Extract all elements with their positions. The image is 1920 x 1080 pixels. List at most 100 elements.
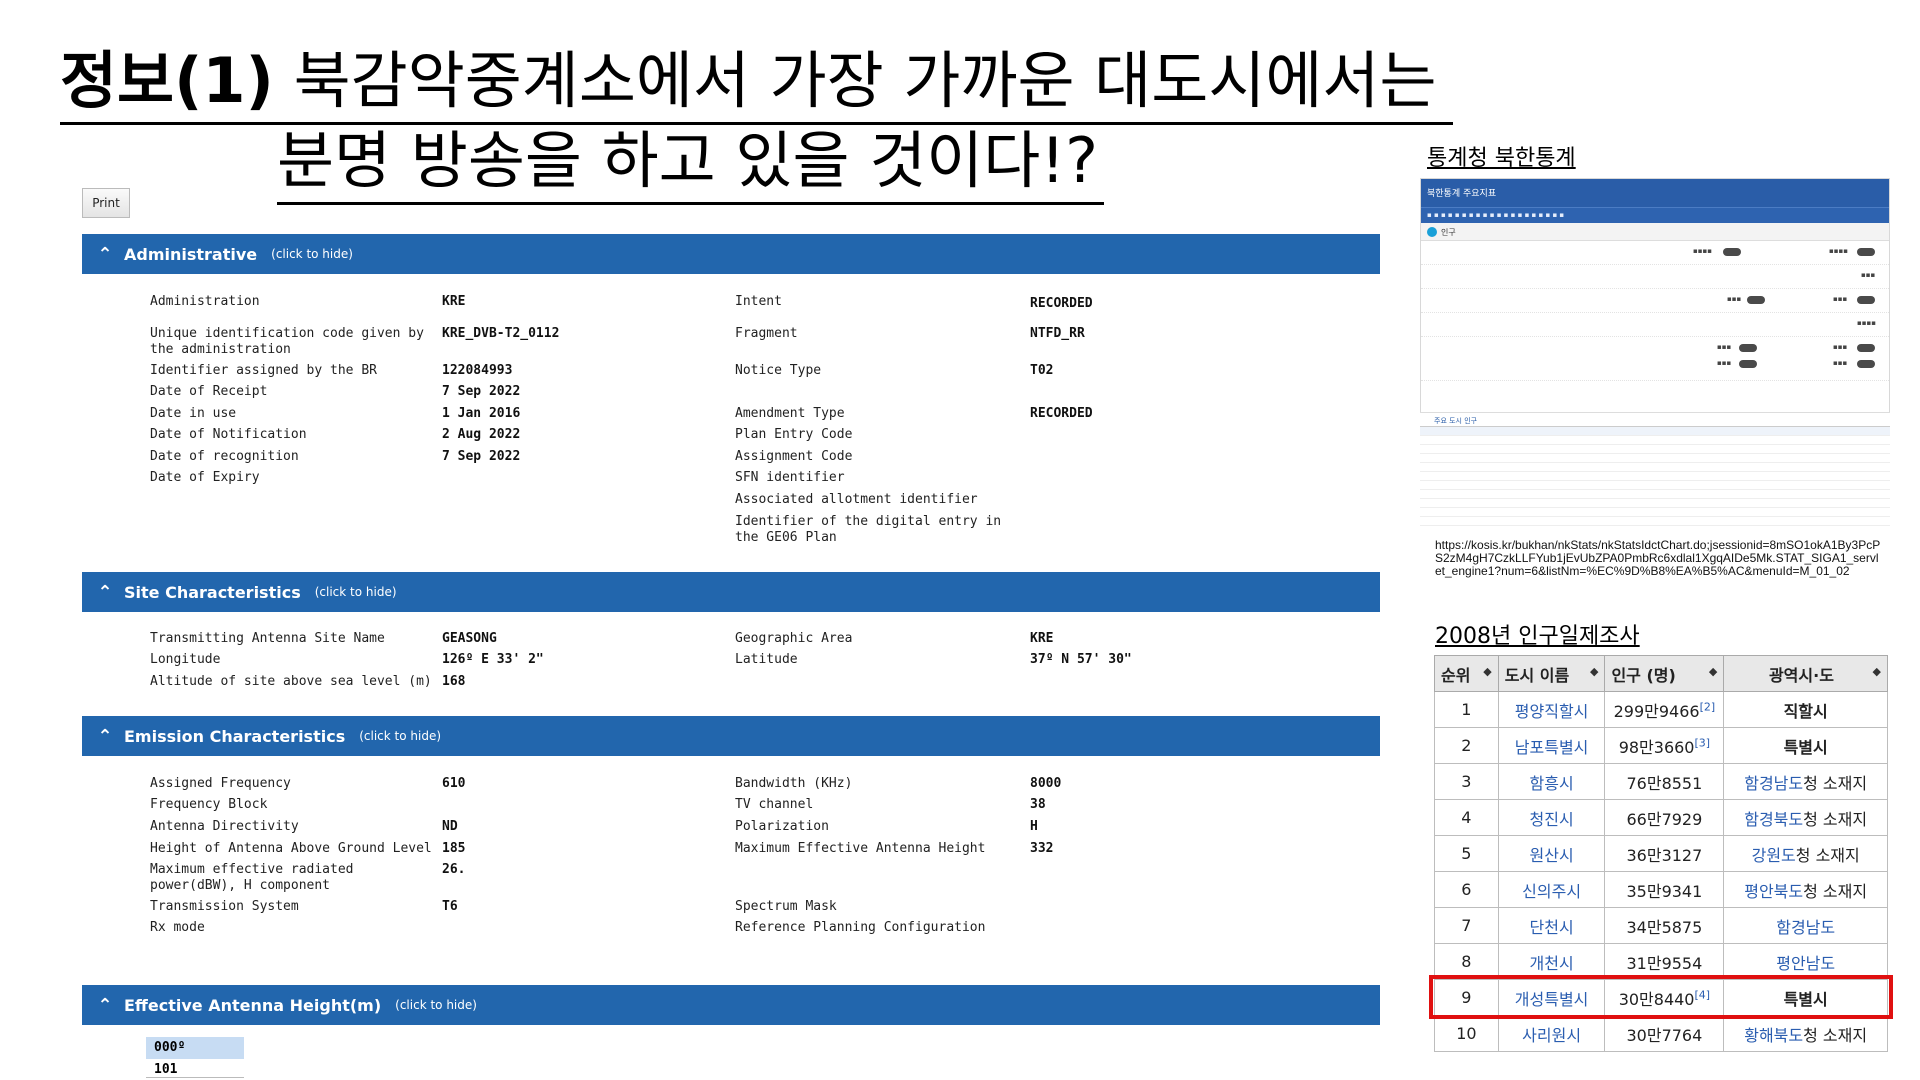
rank-cell: 3	[1434, 763, 1499, 800]
field-label: Assigned Frequency	[150, 776, 291, 791]
population-value: 31만9554	[1626, 953, 1703, 973]
province-cell: 황해북도청 소재지	[1723, 1015, 1888, 1052]
reference-link[interactable]: [4]	[1695, 988, 1711, 1001]
city-link[interactable]: 개성특별시	[1497, 979, 1606, 1016]
field-label: SFN identifier	[735, 470, 845, 485]
kosis-topbar: 북한통계 주요지표	[1421, 179, 1889, 207]
kosis-url[interactable]: https://kosis.kr/bukhan/nkStats/nkStatsI…	[1435, 539, 1885, 578]
field-value: 7 Sep 2022	[442, 449, 521, 464]
person-icon	[1427, 227, 1437, 237]
province-link[interactable]: 강원도	[1752, 846, 1796, 865]
field-label: Bandwidth (KHz)	[735, 776, 853, 791]
province-cell: 평안북도청 소재지	[1723, 871, 1888, 908]
field-label: Date of Receipt	[150, 384, 268, 399]
sort-arrows-icon: ◆	[1483, 664, 1492, 678]
population-value: 30만7764	[1626, 1025, 1703, 1045]
population-cell: 98만3660[3]	[1604, 727, 1725, 764]
city-link[interactable]: 사리원시	[1497, 1015, 1606, 1052]
field-label: Height of Antenna Above Ground Level	[150, 841, 432, 856]
field-value: NTFD_RR	[1030, 326, 1085, 341]
field-value: KRE	[1030, 631, 1054, 646]
field-label: Associated allotment identifier	[735, 492, 978, 507]
title-bold: 정보(1)	[60, 44, 274, 117]
census-title: 2008년 인구일제조사	[1435, 624, 1640, 649]
population-cell: 31만9554	[1604, 943, 1725, 980]
hide-hint[interactable]: (click to hide)	[359, 729, 441, 743]
province-link[interactable]: 평안북도	[1744, 882, 1803, 901]
double-chevron-up-icon: ⌃	[97, 581, 113, 603]
field-value: GEASONG	[442, 631, 497, 646]
field-value: H	[1030, 819, 1038, 834]
census-table: 순위 ◆ 도시 이름 ◆ 인구 (명) ◆ 광역시·도 ◆ 1 평양직할시 299만9466…	[1434, 655, 1888, 1052]
kosis-row: ▪▪▪	[1421, 265, 1889, 289]
field-value: T6	[442, 899, 458, 914]
kosis-row: ▪▪▪ ▪▪▪ ▪▪▪ ▪▪▪	[1421, 337, 1889, 381]
population-value: 36만3127	[1626, 845, 1703, 865]
field-value: RECORDED	[1030, 296, 1093, 311]
hide-hint[interactable]: (click to hide)	[271, 247, 353, 261]
kosis-city-table: 주요 도시 인구	[1420, 412, 1890, 540]
table-row: 5 원산시 36만3127 강원도청 소재지	[1434, 835, 1888, 872]
city-link[interactable]: 청진시	[1497, 799, 1606, 836]
kosis-link[interactable]: 통계청 북한통계	[1427, 140, 1576, 172]
field-value: 37º N 57' 30"	[1030, 652, 1132, 667]
table-row: 8 개천시 31만9554 평안남도	[1434, 943, 1888, 980]
table-row: 10 사리원시 30만7764 황해북도청 소재지	[1434, 1015, 1888, 1052]
field-label: TV channel	[735, 797, 814, 812]
city-link[interactable]: 개천시	[1497, 943, 1606, 980]
city-link[interactable]: 신의주시	[1497, 871, 1606, 908]
double-chevron-up-icon: ⌃	[97, 243, 113, 265]
section-title: Administrative	[124, 244, 258, 264]
province-suffix: 청 소재지	[1795, 845, 1860, 865]
kosis-row: ▪▪▪▪ ▪▪▪▪	[1421, 241, 1889, 265]
section-administrative[interactable]: ⌃ Administrative (click to hide)	[82, 234, 1380, 274]
hide-hint[interactable]: (click to hide)	[315, 585, 397, 599]
title-rest: 북감악중계소에서 가장 가까운 대도시에서는	[273, 44, 1437, 117]
province-cell: 함경남도청 소재지	[1723, 763, 1888, 800]
sort-arrows-icon: ◆	[1872, 664, 1881, 678]
field-label: Polarization	[735, 819, 829, 834]
province-cell: 함경남도	[1723, 907, 1888, 944]
col-header-population[interactable]: 인구 (명) ◆	[1604, 655, 1725, 692]
population-value: 66만7929	[1626, 809, 1703, 829]
field-label: Antenna Directivity	[150, 819, 299, 834]
hide-hint[interactable]: (click to hide)	[395, 998, 477, 1012]
field-label: Identifier assigned by the BR	[150, 363, 377, 378]
province-link[interactable]: 평안남도	[1776, 954, 1835, 973]
population-cell: 35만9341	[1604, 871, 1725, 908]
population-cell: 30만8440[4]	[1604, 979, 1725, 1016]
reference-link[interactable]: [2]	[1700, 700, 1716, 713]
province-link[interactable]: 함경남도	[1776, 918, 1835, 937]
city-link[interactable]: 남포특별시	[1497, 727, 1606, 764]
kosis-section-label: 인구	[1441, 228, 1456, 237]
population-cell: 34만5875	[1604, 907, 1725, 944]
city-link[interactable]: 원산시	[1497, 835, 1606, 872]
province-cell: 특별시	[1723, 727, 1888, 764]
city-link[interactable]: 평양직할시	[1497, 691, 1606, 728]
province-link[interactable]: 함경북도	[1744, 810, 1803, 829]
field-label: Assignment Code	[735, 449, 853, 464]
section-emission[interactable]: ⌃ Emission Characteristics (click to hid…	[82, 716, 1380, 756]
print-button[interactable]: Print	[82, 188, 130, 218]
section-site[interactable]: ⌃ Site Characteristics (click to hide)	[82, 572, 1380, 612]
field-value: 610	[442, 776, 466, 791]
field-value: 8000	[1030, 776, 1062, 791]
section-effective-antenna-height[interactable]: ⌃ Effective Antenna Height(m) (click to …	[82, 985, 1380, 1025]
reference-link[interactable]: [3]	[1695, 736, 1711, 749]
col-header-province[interactable]: 광역시·도 ◆	[1723, 655, 1888, 692]
table-row: 3 함흥시 76만8551 함경남도청 소재지	[1434, 763, 1888, 800]
population-value: 35만9341	[1626, 881, 1703, 901]
field-label: Fragment	[735, 326, 798, 341]
field-value: 1 Jan 2016	[442, 406, 521, 421]
province-suffix: 청 소재지	[1803, 881, 1868, 901]
city-link[interactable]: 함흥시	[1497, 763, 1606, 800]
rank-cell: 7	[1434, 907, 1499, 944]
field-value: 26.	[442, 862, 466, 877]
col-header-city[interactable]: 도시 이름 ◆	[1497, 655, 1606, 692]
city-link[interactable]: 단천시	[1497, 907, 1606, 944]
col-header-rank[interactable]: 순위 ◆	[1434, 655, 1499, 692]
rank-cell: 8	[1434, 943, 1499, 980]
population-cell: 30만7764	[1604, 1015, 1725, 1052]
province-link[interactable]: 함경남도	[1744, 774, 1803, 793]
province-link[interactable]: 황해북도	[1744, 1026, 1803, 1045]
